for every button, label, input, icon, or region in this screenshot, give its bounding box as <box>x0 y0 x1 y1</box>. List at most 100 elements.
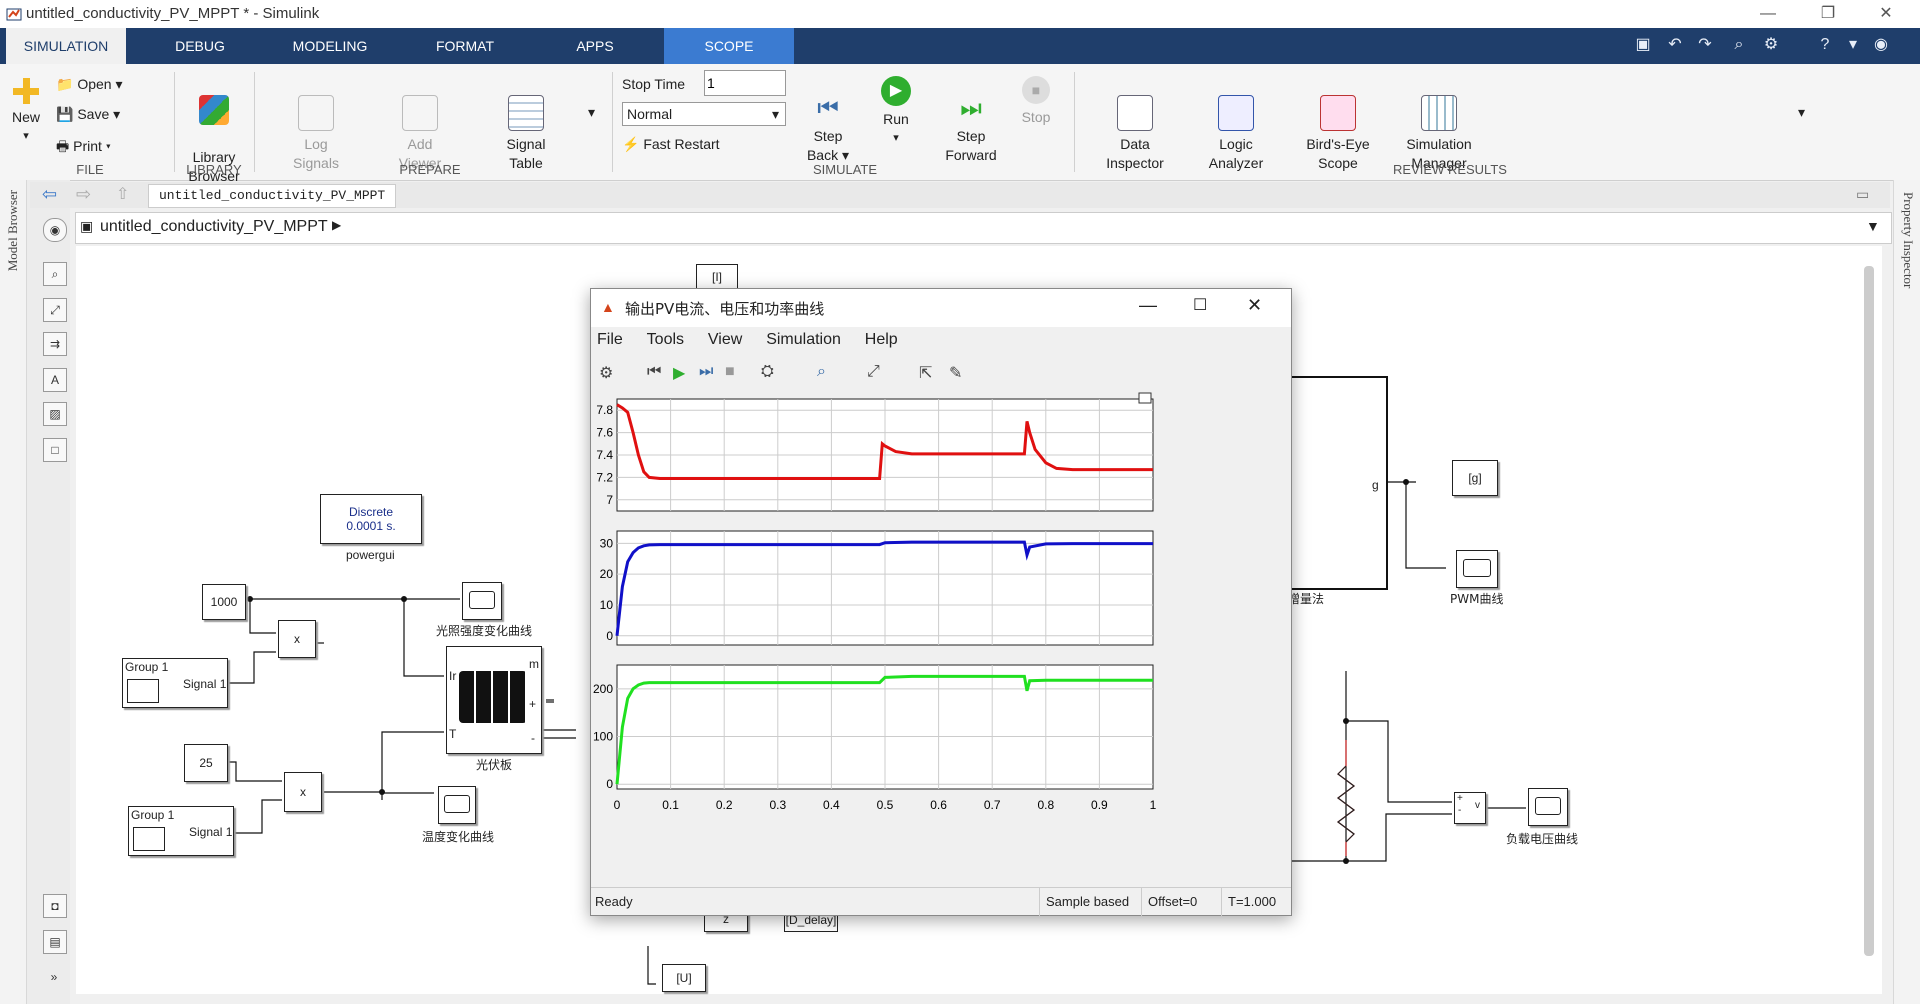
save-file-button[interactable]: 💾 Save ▾ <box>56 106 120 123</box>
zoom-icon[interactable]: ⌕ <box>43 262 67 286</box>
simulation-mode-select[interactable]: Normal ▾ <box>622 102 786 126</box>
autoscale-icon[interactable]: ⤢ <box>867 363 880 381</box>
hide-browser-icon[interactable]: ◉ <box>43 218 67 242</box>
step-back-icon[interactable]: ⏮ <box>647 363 661 381</box>
goto-i-block[interactable]: [I] <box>696 264 738 290</box>
menu-file[interactable]: File <box>597 331 623 348</box>
image-icon[interactable]: ▨ <box>43 402 67 426</box>
data-inspector-button[interactable]: Data Inspector <box>1096 76 1174 173</box>
product-block[interactable]: x <box>278 620 316 658</box>
goto-u-block[interactable]: [U] <box>662 964 706 992</box>
undock-icon[interactable] <box>1138 392 1152 404</box>
tab-format[interactable]: FORMAT <box>405 28 525 64</box>
chevron-down-icon[interactable]: ▾ <box>1842 34 1864 56</box>
step-back-button[interactable]: ⏮ Step Back ▾ <box>800 76 856 165</box>
signal-select-icon[interactable]: ⛭ <box>761 363 774 381</box>
forward-icon[interactable]: ⇨ <box>76 184 91 205</box>
screenshot-icon[interactable]: ◘ <box>43 894 67 918</box>
menu-view[interactable]: View <box>708 331 742 348</box>
fit-view-icon[interactable]: ⤢ <box>43 298 67 322</box>
zoom-in-icon[interactable]: ⌕ <box>817 363 826 381</box>
add-viewer-button[interactable]: Add Viewer <box>384 76 456 173</box>
scope-icon <box>469 591 495 609</box>
birds-eye-scope-button[interactable]: Bird's-Eye Scope <box>1294 76 1382 173</box>
model-browser-tab[interactable]: Model Browser <box>5 190 21 271</box>
area-icon[interactable]: □ <box>43 438 67 462</box>
close-icon[interactable]: ✕ <box>1247 295 1262 316</box>
scope-plot-area[interactable]: 7 7.2 7.4 7.6 7.8 0 10 20 30 0 100 200 0 0.1 0.2 0.3 0.4… <box>591 391 1291 885</box>
stop-button[interactable]: ■ Stop <box>1016 76 1056 127</box>
redo-icon[interactable]: ↷ <box>1694 34 1716 56</box>
signal-table-button[interactable]: Signal Table <box>490 76 562 173</box>
scope-icon <box>1463 559 1491 577</box>
property-inspector-strip: Property Inspector <box>1893 180 1920 1004</box>
undo-icon[interactable]: ↶ <box>1664 34 1686 56</box>
scope-light-block[interactable] <box>462 582 502 620</box>
logic-analyzer-button[interactable]: Logic Analyzer <box>1196 76 1276 173</box>
model-tab[interactable]: untitled_conductivity_PV_MPPT <box>148 184 397 208</box>
print-button[interactable]: 🖶 Print ▾ <box>56 136 111 160</box>
tab-apps[interactable]: APPS <box>535 28 655 64</box>
product-block[interactable]: x <box>284 772 322 812</box>
signal-builder-2-block[interactable]: Group 1 Signal 1 <box>128 806 234 856</box>
close-icon[interactable]: ✕ <box>1868 2 1904 26</box>
annotation-icon[interactable]: A <box>43 368 67 392</box>
help-icon[interactable]: ? <box>1814 34 1836 56</box>
cursor-icon[interactable]: ⇱ <box>919 363 932 383</box>
voltage-measurement-block[interactable]: + - v <box>1454 792 1486 824</box>
step-forward-icon[interactable]: ⏭ <box>699 363 713 381</box>
tools-icon[interactable]: ⚙ <box>1760 34 1782 56</box>
menu-tools[interactable]: Tools <box>647 331 684 348</box>
step-forward-button[interactable]: ⏭ Step Forward <box>940 76 1002 165</box>
pv-panel-block[interactable]: Ir T m + - <box>446 646 542 754</box>
route-lines-icon[interactable]: ⇉ <box>43 332 67 356</box>
edit-icon[interactable]: ✎ <box>949 363 962 383</box>
expand-icon[interactable]: » <box>43 966 65 988</box>
signal-builder-1-block[interactable]: Group 1 Signal 1 <box>122 658 228 708</box>
fast-restart-toggle[interactable]: ⚡ Fast Restart <box>622 136 720 153</box>
stop-time-input[interactable] <box>704 70 786 96</box>
load-scope-block[interactable] <box>1528 788 1568 826</box>
stop-icon[interactable]: ■ <box>725 363 735 381</box>
run-button[interactable]: ▶ Run ▾ <box>870 76 922 148</box>
settings-icon[interactable]: ◉ <box>1870 34 1892 56</box>
new-button[interactable]: New ▾ <box>8 78 44 146</box>
plot-panel-1[interactable]: 7 7.2 7.4 7.6 7.8 <box>596 398 1154 512</box>
constant-1000-block[interactable]: 1000 <box>202 584 246 620</box>
simulation-manager-button[interactable]: Simulation Manager <box>1394 76 1484 173</box>
log-signals-button[interactable]: Log Signals <box>280 76 352 173</box>
tab-debug[interactable]: DEBUG <box>140 28 260 64</box>
gear-icon[interactable]: ⚙ <box>599 363 613 383</box>
ribbon: New ▾ 📁 Open ▾ 💾 Save ▾ 🖶 Print ▾ FILE Li… <box>0 64 1920 184</box>
tab-simulation[interactable]: SIMULATION <box>6 28 126 64</box>
run-icon[interactable]: ▶ <box>673 363 685 383</box>
constant-25-block[interactable]: 25 <box>184 744 228 782</box>
review-more-icon[interactable]: ▾ <box>1798 104 1805 121</box>
pwm-scope-block[interactable] <box>1456 550 1498 588</box>
plot-panel-2[interactable]: 0 10 20 30 <box>600 530 1154 646</box>
tab-modeling[interactable]: MODELING <box>270 28 390 64</box>
vertical-scrollbar[interactable] <box>1864 266 1874 956</box>
menu-simulation[interactable]: Simulation <box>766 331 841 348</box>
property-inspector-tab[interactable]: Property Inspector <box>1900 192 1916 288</box>
powergui-block[interactable]: Discrete 0.0001 s. <box>320 494 422 544</box>
plot-panel-3[interactable]: 0 100 200 <box>593 664 1154 791</box>
minimize-icon[interactable]: — <box>1750 2 1786 26</box>
open-button[interactable]: 📁 Open ▾ <box>56 76 123 93</box>
hide-address-icon[interactable]: ▭ <box>1856 186 1869 203</box>
search-icon[interactable]: ⌕ <box>1728 34 1750 56</box>
restore-icon[interactable]: ❐ <box>1810 2 1846 26</box>
back-icon[interactable]: ⇦ <box>42 184 57 205</box>
maximize-icon[interactable]: ☐ <box>1193 295 1207 315</box>
tab-scope[interactable]: SCOPE <box>664 28 794 64</box>
scope-temp-block[interactable] <box>438 786 476 824</box>
chevron-down-icon[interactable]: ▼ <box>1866 218 1880 234</box>
goto-g-block[interactable]: [g] <box>1452 460 1498 496</box>
minimize-icon[interactable]: — <box>1139 295 1157 316</box>
up-icon[interactable]: ⇧ <box>116 184 129 204</box>
prepare-more-icon[interactable]: ▾ <box>588 104 595 121</box>
save-icon[interactable]: ▣ <box>1632 34 1654 56</box>
breadcrumb-path[interactable]: untitled_conductivity_PV_MPPT <box>100 218 328 236</box>
menu-help[interactable]: Help <box>865 331 898 348</box>
explorer-icon[interactable]: ▤ <box>43 930 67 954</box>
